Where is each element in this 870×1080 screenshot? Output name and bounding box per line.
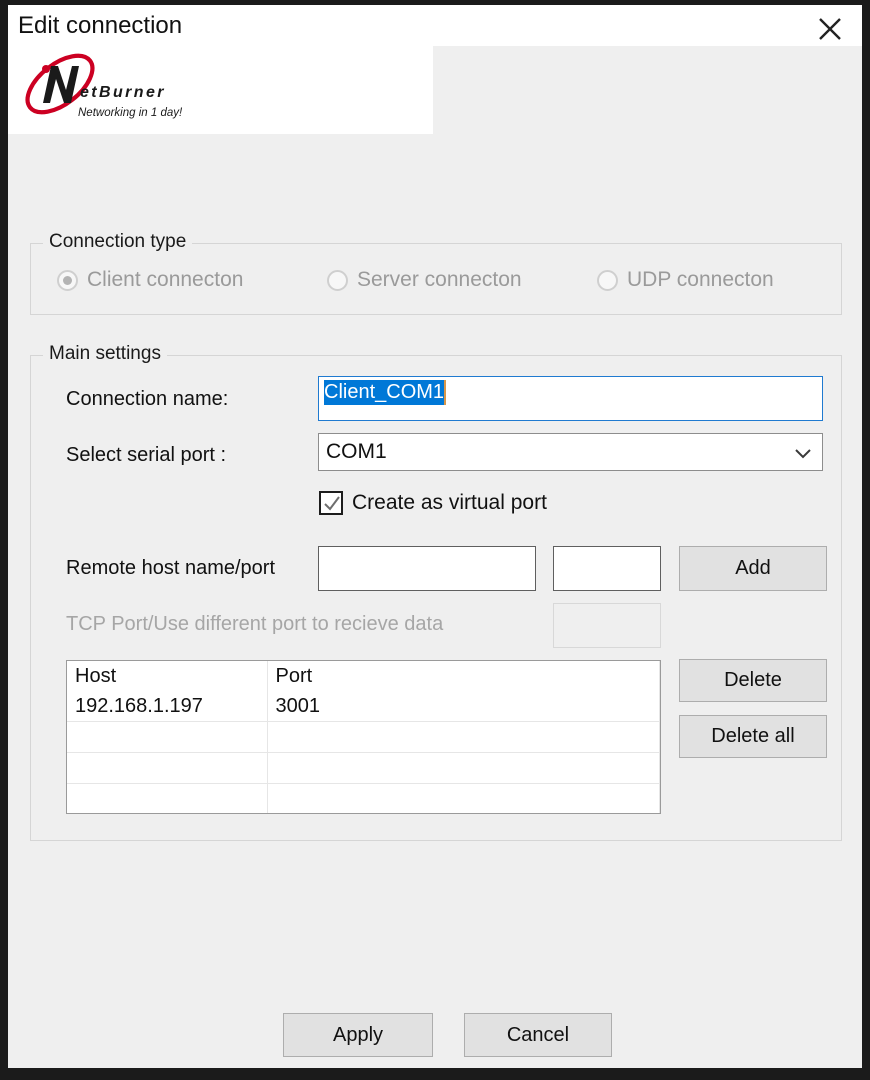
table-header-row: Host Port xyxy=(67,661,660,691)
tcp-port-input xyxy=(553,603,661,648)
table-row[interactable]: 192.168.1.197 3001 xyxy=(67,691,660,722)
serial-port-selected-value: COM1 xyxy=(326,440,387,463)
add-button-label: Add xyxy=(735,557,771,579)
radio-client-connection[interactable]: Client connecton xyxy=(57,268,243,292)
column-header-host: Host xyxy=(67,661,268,691)
svg-text:Networking in 1 day!: Networking in 1 day! xyxy=(78,107,183,119)
delete-all-button[interactable]: Delete all xyxy=(679,715,827,758)
edit-connection-dialog: Edit connection etBurner Networking in 1… xyxy=(0,0,870,1080)
main-settings-group-label: Main settings xyxy=(43,343,167,365)
radio-icon-unselected xyxy=(327,269,348,291)
apply-button-label: Apply xyxy=(332,1023,384,1046)
radio-icon-selected xyxy=(57,269,78,291)
cell-host: 192.168.1.197 xyxy=(67,691,268,722)
connection-name-input[interactable]: Client_COM1 xyxy=(318,376,823,421)
serial-port-label: Select serial port : xyxy=(66,444,227,466)
add-button[interactable]: Add xyxy=(679,546,827,591)
table-row[interactable] xyxy=(67,721,660,753)
cell-host xyxy=(67,752,268,784)
remote-host-input[interactable] xyxy=(318,546,536,591)
cancel-button[interactable]: Cancel xyxy=(464,1013,612,1057)
close-icon xyxy=(804,16,856,42)
remote-port-input[interactable] xyxy=(553,546,661,591)
chevron-down-icon xyxy=(794,447,812,465)
checkbox-box xyxy=(319,491,343,515)
cell-host xyxy=(67,721,268,753)
apply-button[interactable]: Apply xyxy=(283,1013,433,1057)
create-virtual-port-checkbox[interactable]: Create as virtual port xyxy=(319,491,547,515)
title-bar: Edit connection xyxy=(8,5,862,46)
connection-type-group-label: Connection type xyxy=(43,231,193,253)
delete-button-label: Delete xyxy=(724,669,782,691)
svg-text:etBurner: etBurner xyxy=(80,84,166,101)
netburner-logo: etBurner Networking in 1 day! xyxy=(16,48,216,128)
cell-port xyxy=(267,721,660,753)
delete-all-button-label: Delete all xyxy=(711,725,795,747)
logo-panel: etBurner Networking in 1 day! xyxy=(8,46,433,134)
dialog-client-area: Edit connection etBurner Networking in 1… xyxy=(8,5,862,1068)
cell-port: 3001 xyxy=(267,691,660,722)
radio-udp-connection[interactable]: UDP connecton xyxy=(597,268,774,292)
host-port-table[interactable]: Host Port 192.168.1.197 3001 xyxy=(66,660,661,814)
radio-label-client: Client connecton xyxy=(87,268,244,291)
radio-icon-unselected xyxy=(597,269,618,291)
radio-label-server: Server connecton xyxy=(357,268,522,291)
serial-port-select[interactable]: COM1 xyxy=(318,433,823,471)
cell-host xyxy=(67,783,268,813)
cancel-button-label: Cancel xyxy=(506,1023,570,1046)
table-row[interactable] xyxy=(67,752,660,784)
radio-server-connection[interactable]: Server connecton xyxy=(327,268,522,292)
close-button[interactable] xyxy=(804,7,856,43)
create-virtual-port-label: Create as virtual port xyxy=(352,491,547,514)
cell-port xyxy=(267,752,660,784)
delete-button[interactable]: Delete xyxy=(679,659,827,702)
connection-name-label: Connection name: xyxy=(66,388,229,410)
column-header-port: Port xyxy=(267,661,660,691)
remote-host-label: Remote host name/port xyxy=(66,557,275,579)
table-row[interactable] xyxy=(67,783,660,813)
cell-port xyxy=(267,783,660,813)
tcp-port-label: TCP Port/Use different port to recieve d… xyxy=(66,613,444,635)
dialog-title: Edit connection xyxy=(18,12,183,39)
connection-type-group: Connection type Client connecton Server … xyxy=(30,231,842,315)
radio-label-udp: UDP connecton xyxy=(627,268,774,291)
connection-name-value: Client_COM1 xyxy=(324,380,447,405)
